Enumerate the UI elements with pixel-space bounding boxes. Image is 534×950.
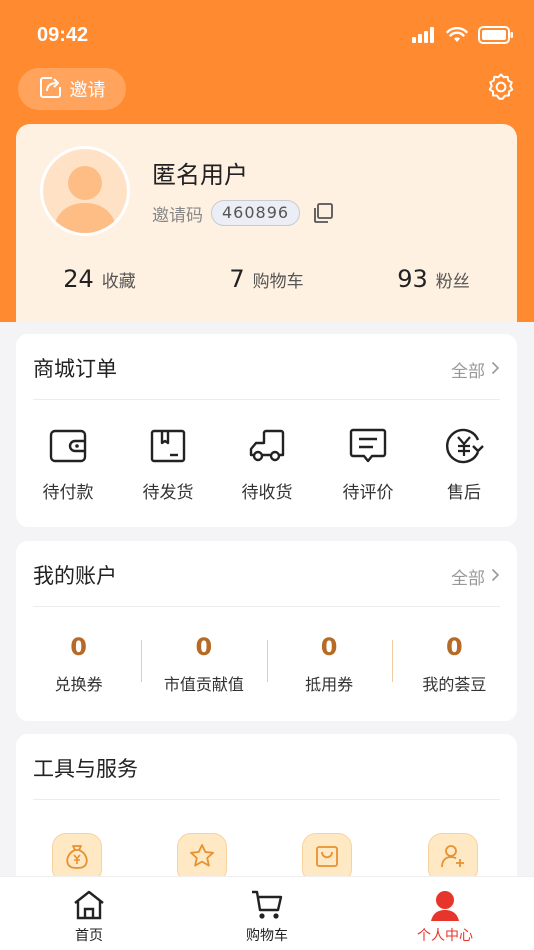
order-pending-shipment[interactable]: 待发货 xyxy=(123,426,213,503)
stat-value: 93 xyxy=(397,265,428,293)
account-exchange-voucher[interactable]: 0 兑换券 xyxy=(16,633,141,703)
order-after-sales[interactable]: 售后 xyxy=(419,426,509,503)
add-user-icon xyxy=(439,842,467,874)
tab-home[interactable]: 首页 xyxy=(0,877,178,950)
tools-title: 工具与服务 xyxy=(33,757,138,781)
account-value: 0 xyxy=(70,633,87,661)
stat-value: 7 xyxy=(229,265,245,293)
account-value: 0 xyxy=(195,633,213,661)
comment-icon xyxy=(348,426,388,466)
tab-cart[interactable]: 购物车 xyxy=(178,877,356,950)
cart-icon xyxy=(249,887,285,923)
avatar[interactable] xyxy=(40,146,130,236)
invite-code-badge: 460896 xyxy=(211,200,301,226)
account-value: 0 xyxy=(446,633,463,661)
user-name: 匿名用户 xyxy=(152,161,248,189)
invite-code-label: 邀请码 xyxy=(152,205,203,226)
wallet-icon xyxy=(48,426,88,466)
account-beans[interactable]: 0 我的荟豆 xyxy=(391,633,517,703)
chevron-right-icon xyxy=(491,567,500,587)
invite-code-row: 邀请码 460896 xyxy=(152,200,334,226)
wifi-icon xyxy=(446,26,468,47)
gear-icon xyxy=(486,72,516,106)
chevron-right-icon xyxy=(491,360,500,380)
stat-label: 购物车 xyxy=(252,272,304,292)
profile-card: 匿名用户 邀请码 460896 24 收藏 7 购物车 93 粉丝 xyxy=(16,124,517,322)
orders-title: 商城订单 xyxy=(33,357,117,381)
account-card: 我的账户 全部 0 兑换券 0 市值贡献值 0 抵用券 0 我的荟豆 xyxy=(16,541,517,721)
account-market-contribution[interactable]: 0 市值贡献值 xyxy=(141,633,266,703)
default-avatar-icon xyxy=(53,166,117,233)
profile-stats: 24 收藏 7 购物车 93 粉丝 xyxy=(16,265,517,293)
status-time: 09:42 xyxy=(37,24,89,46)
tab-label: 个人中心 xyxy=(417,928,473,944)
orders-view-all[interactable]: 全部 xyxy=(451,357,500,382)
account-label: 抵用券 xyxy=(305,675,354,694)
bottom-tab-bar: 首页 购物车 个人中心 xyxy=(0,876,534,950)
account-label: 我的荟豆 xyxy=(422,675,487,694)
refund-icon xyxy=(444,426,484,466)
tools-header: 工具与服务 xyxy=(33,734,500,800)
order-label: 待付款 xyxy=(42,483,94,503)
battery-icon xyxy=(478,26,514,48)
account-title: 我的账户 xyxy=(33,564,117,588)
money-bag-icon xyxy=(63,842,91,874)
orders-header: 商城订单 全部 xyxy=(33,334,500,400)
order-pending-payment[interactable]: 待付款 xyxy=(23,426,113,503)
package-icon xyxy=(148,426,188,466)
order-label: 待评价 xyxy=(342,483,394,503)
account-deduction-voucher[interactable]: 0 抵用券 xyxy=(266,633,392,703)
view-all-label: 全部 xyxy=(451,362,485,382)
account-view-all[interactable]: 全部 xyxy=(451,564,500,589)
stat-cart[interactable]: 7 购物车 xyxy=(183,265,350,293)
person-icon xyxy=(427,887,463,923)
order-pending-receipt[interactable]: 待收货 xyxy=(222,426,312,503)
settings-button[interactable] xyxy=(484,72,518,106)
order-pending-review[interactable]: 待评价 xyxy=(323,426,413,503)
stat-favorites[interactable]: 24 收藏 xyxy=(16,265,183,293)
stat-value: 24 xyxy=(63,265,94,293)
signal-icon xyxy=(412,27,436,47)
orders-card: 商城订单 全部 待付款 待发货 待收货 待评价 售后 xyxy=(16,334,517,527)
star-icon xyxy=(188,842,216,874)
invite-button[interactable]: 邀请 xyxy=(18,68,126,110)
order-label: 待收货 xyxy=(241,483,293,503)
order-label: 售后 xyxy=(447,483,481,503)
stat-label: 粉丝 xyxy=(435,272,470,292)
tab-profile[interactable]: 个人中心 xyxy=(356,877,534,950)
order-status-list: 待付款 待发货 待收货 待评价 售后 xyxy=(16,426,517,506)
status-icons xyxy=(412,26,514,48)
share-icon xyxy=(39,75,63,104)
home-icon xyxy=(71,887,107,923)
account-label: 市值贡献值 xyxy=(163,675,244,694)
truck-icon xyxy=(247,426,287,466)
account-list: 0 兑换券 0 市值贡献值 0 抵用券 0 我的荟豆 xyxy=(16,633,517,703)
account-header: 我的账户 全部 xyxy=(33,541,500,607)
copy-icon[interactable] xyxy=(312,202,334,224)
account-value: 0 xyxy=(320,633,338,661)
status-bar: 09:42 xyxy=(0,0,534,70)
shopping-bag-icon xyxy=(313,842,341,874)
view-all-label: 全部 xyxy=(451,569,485,589)
stat-fans[interactable]: 93 粉丝 xyxy=(350,265,517,293)
invite-label: 邀请 xyxy=(69,80,106,101)
tab-label: 首页 xyxy=(75,928,103,944)
account-label: 兑换券 xyxy=(54,675,103,694)
stat-label: 收藏 xyxy=(101,272,136,292)
tab-label: 购物车 xyxy=(246,928,288,944)
order-label: 待发货 xyxy=(142,483,194,503)
